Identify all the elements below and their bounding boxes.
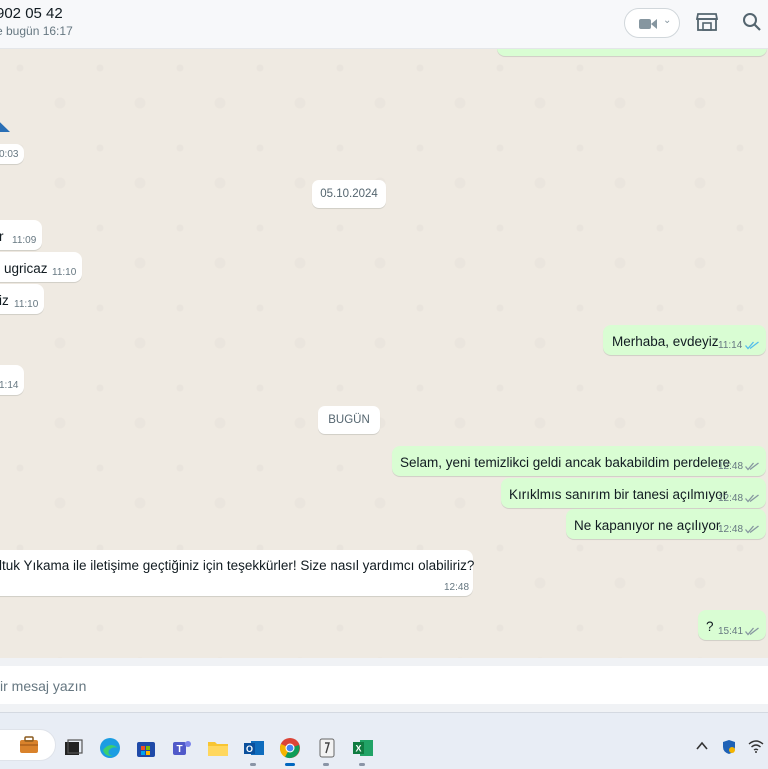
message-time: 12:48 xyxy=(718,461,744,472)
search-icon[interactable] xyxy=(742,12,762,32)
message-text: Merhaba, evdeyiz xyxy=(612,334,719,349)
delivered-receipt-icon xyxy=(745,525,759,534)
message-text: ugricaz xyxy=(4,261,48,276)
running-app-indicator xyxy=(323,763,329,766)
wifi-icon[interactable] xyxy=(748,740,764,753)
chevron-up-icon[interactable] xyxy=(696,741,708,751)
message-bubble-outgoing: ? 15:41 xyxy=(698,610,766,640)
running-app-indicator xyxy=(250,763,256,766)
message-text: iz xyxy=(0,293,9,308)
image-thumbnail[interactable] xyxy=(0,122,10,132)
chat-header: 902 05 42 e bugün 16:17 ⌄ xyxy=(0,0,768,49)
contact-name[interactable]: 902 05 42 xyxy=(0,5,63,22)
message-input-placeholder: ir mesaj yazın xyxy=(0,678,87,694)
message-bubble-incoming: ugricaz 11:10 xyxy=(0,252,82,282)
message-input[interactable] xyxy=(0,666,768,704)
teams-icon[interactable]: T xyxy=(171,737,193,759)
security-icon[interactable] xyxy=(722,739,736,755)
message-time: 0:03 xyxy=(0,149,19,160)
svg-text:X: X xyxy=(355,744,361,754)
message-bubble-incoming: iz 11:10 xyxy=(0,284,44,314)
taskbar-search-box[interactable] xyxy=(0,729,56,761)
message-bubble-incoming: r 11:09 xyxy=(0,220,42,250)
message-bubble-outgoing: Merhaba, evdeyiz 11:14 xyxy=(603,325,766,355)
svg-text:O: O xyxy=(246,744,253,754)
message-time: 12:48 xyxy=(718,493,744,504)
message-bubble-incoming: ltuk Yıkama ile iletişime geçtiğiniz içi… xyxy=(0,550,475,596)
message-bubble-outgoing: Kırıklmıs sanırım bir tanesi açılmıyor 1… xyxy=(501,478,766,508)
message-composer: ir mesaj yazın xyxy=(0,658,768,712)
message-time: 11:09 xyxy=(12,235,37,246)
delivered-receipt-icon xyxy=(745,462,759,471)
video-camera-icon xyxy=(639,19,657,29)
message-bubble-outgoing: Selam, yeni temizlikci geldi ancak bakab… xyxy=(392,446,766,476)
chrome-icon[interactable] xyxy=(279,737,301,759)
message-text: Kırıklmıs sanırım bir tanesi açılmıyor xyxy=(509,487,728,502)
message-time: 12:48 xyxy=(718,524,744,535)
message-bubble-outgoing-partial xyxy=(497,48,767,56)
store-icon[interactable] xyxy=(135,737,157,759)
message-time: 11:10 xyxy=(14,299,39,310)
windows-taskbar: T O X xyxy=(0,712,768,769)
delivered-receipt-icon xyxy=(745,494,759,503)
task-view-icon[interactable] xyxy=(62,737,84,759)
excel-icon[interactable]: X xyxy=(352,737,374,759)
message-time: 1:14 xyxy=(0,380,19,391)
message-text: r xyxy=(0,229,4,244)
message-text: ? xyxy=(706,619,714,634)
briefcase-icon xyxy=(20,736,38,753)
date-separator: 05.10.2024 xyxy=(312,180,386,208)
message-text: Selam, yeni temizlikci geldi ancak bakab… xyxy=(400,455,731,470)
message-text: Ne kapanıyor ne açılıyor xyxy=(574,518,721,533)
message-bubble-incoming: 1:14 xyxy=(0,365,24,395)
message-time: 11:14 xyxy=(718,340,743,351)
file-explorer-icon[interactable] xyxy=(207,737,229,759)
chevron-down-icon: ⌄ xyxy=(663,15,672,26)
message-bubble-outgoing: Ne kapanıyor ne açılıyor 12:48 xyxy=(566,509,766,539)
delivered-receipt-icon xyxy=(745,627,759,636)
running-app-indicator xyxy=(359,763,365,766)
active-app-indicator xyxy=(285,763,295,766)
last-seen-status: e bugün 16:17 xyxy=(0,24,73,38)
message-bubble-incoming: 0:03 xyxy=(0,144,24,164)
message-time: 15:41 xyxy=(718,626,744,637)
message-list[interactable]: 0:03 05.10.2024 r 11:09 ugricaz 11:10 iz… xyxy=(0,48,768,658)
read-receipt-icon xyxy=(745,341,759,350)
edge-icon[interactable] xyxy=(99,737,121,759)
outlook-icon[interactable]: O xyxy=(243,737,265,759)
message-time: 12:48 xyxy=(444,582,470,593)
shop-icon[interactable] xyxy=(696,12,718,32)
date-separator: BUGÜN xyxy=(318,406,380,434)
app-icon[interactable] xyxy=(316,737,338,759)
svg-text:T: T xyxy=(176,744,182,755)
video-call-button[interactable]: ⌄ xyxy=(624,8,680,38)
message-time: 11:10 xyxy=(52,267,77,278)
message-text: ltuk Yıkama ile iletişime geçtiğiniz içi… xyxy=(0,558,475,573)
